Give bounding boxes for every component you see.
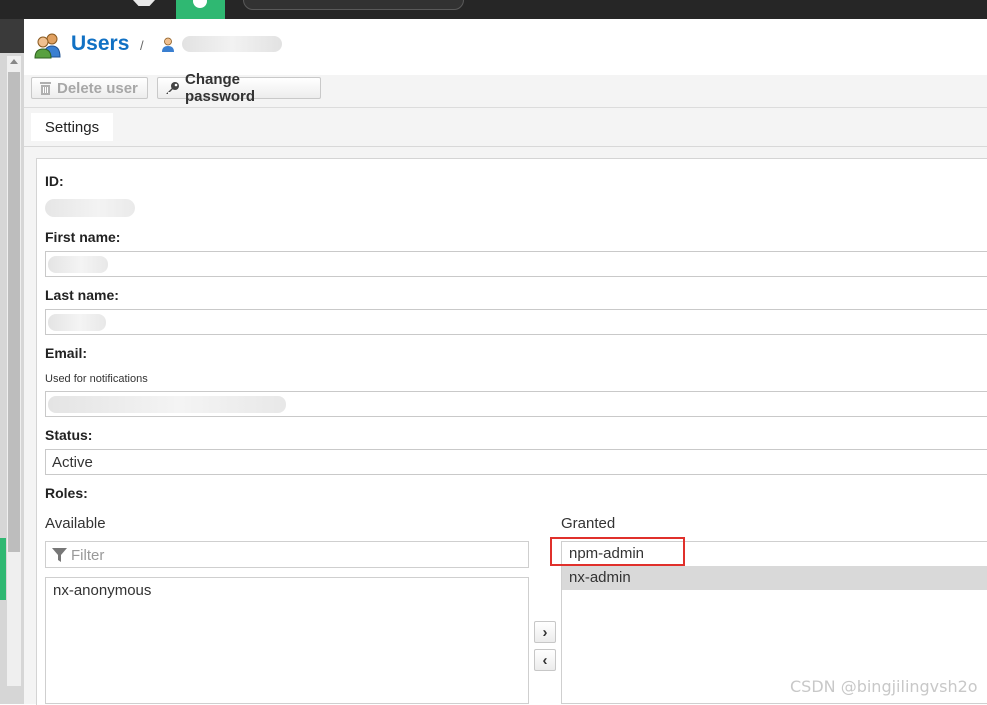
sidebar-active-indicator <box>0 538 6 600</box>
list-item-selected[interactable]: nx-admin <box>562 566 987 590</box>
sidebar-scrollbar[interactable] <box>7 56 21 686</box>
page-header: Users / <box>24 19 987 75</box>
move-left-button[interactable]: ‹ <box>534 649 556 671</box>
sidebar-header <box>0 19 24 53</box>
toolbar: Delete user Change password <box>24 71 987 108</box>
email-label: Email: <box>45 345 88 361</box>
granted-roles-label: Granted <box>561 515 616 532</box>
tab-settings[interactable]: Settings <box>31 113 113 141</box>
status-value: Active <box>52 454 93 471</box>
move-right-button[interactable]: › <box>534 621 556 643</box>
filter-icon <box>52 548 67 562</box>
tab-bar: Settings <box>24 108 987 147</box>
breadcrumb-separator: / <box>140 38 144 53</box>
annotation-highlight-box <box>550 537 685 566</box>
first-name-label: First name: <box>45 229 121 245</box>
scroll-up-icon[interactable] <box>10 59 18 64</box>
available-roles-list[interactable]: nx-anonymous <box>45 577 529 704</box>
users-icon <box>34 33 61 59</box>
last-name-value <box>48 314 106 331</box>
scrollbar-thumb[interactable] <box>8 72 20 552</box>
first-name-value <box>48 256 108 273</box>
change-password-label: Change password <box>185 71 256 105</box>
search-input[interactable] <box>243 0 464 10</box>
user-icon <box>162 37 174 52</box>
id-value <box>45 199 135 217</box>
email-value <box>48 396 286 413</box>
delete-user-label: Delete user <box>57 79 138 97</box>
email-help-text: Used for notifications <box>45 373 148 385</box>
watermark: CSDN @bingjilingvsh2o <box>790 677 978 696</box>
last-name-field[interactable] <box>45 309 987 335</box>
roles-label: Roles: <box>45 485 88 501</box>
trash-icon <box>40 82 51 95</box>
filter-placeholder: Filter <box>71 547 105 564</box>
role-filter-input[interactable]: Filter <box>45 541 529 568</box>
status-select[interactable]: Active <box>45 449 987 475</box>
status-label: Status: <box>45 427 93 443</box>
list-item[interactable]: nx-anonymous <box>46 579 528 603</box>
delete-user-button[interactable]: Delete user <box>31 77 148 99</box>
top-nav-bar <box>0 0 987 19</box>
email-field[interactable] <box>45 391 987 417</box>
gear-icon <box>193 0 207 8</box>
key-icon <box>166 82 179 94</box>
first-name-field[interactable] <box>45 251 987 277</box>
last-name-label: Last name: <box>45 287 119 303</box>
available-roles-label: Available <box>45 515 106 532</box>
admin-mode-tab[interactable] <box>176 0 225 19</box>
id-label: ID: <box>45 173 64 189</box>
product-logo-icon[interactable] <box>133 0 155 6</box>
page-title[interactable]: Users <box>71 32 129 56</box>
change-password-button[interactable]: Change password <box>157 71 321 105</box>
breadcrumb-user-name <box>182 36 282 52</box>
